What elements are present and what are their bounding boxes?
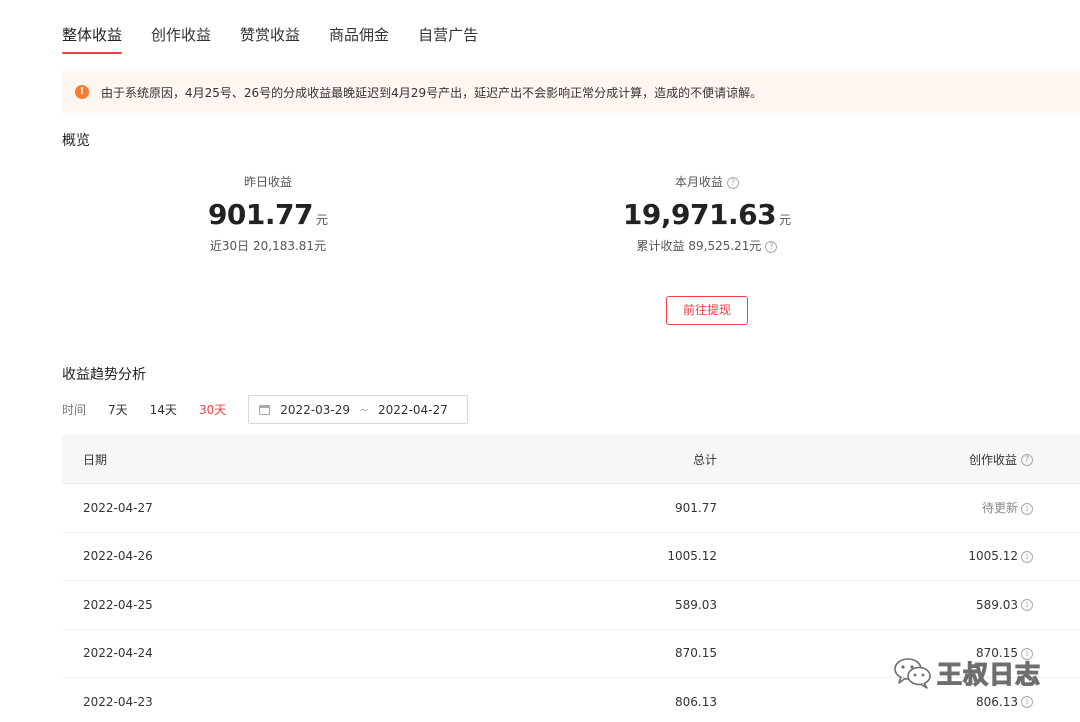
help-icon[interactable]: ? bbox=[1021, 454, 1033, 466]
info-icon[interactable]: i bbox=[1021, 550, 1033, 563]
top-tabs: 整体收益 创作收益 赞赏收益 商品佣金 自营广告 bbox=[62, 24, 507, 56]
row-creation-cell: 待更新 i bbox=[717, 499, 1033, 516]
notice-banner: ! 由于系统原因，4月25号、26号的分成收益最晚延迟到4月29号产出，延迟产出… bbox=[62, 71, 1080, 113]
yesterday-income-value: 901.77 元 bbox=[168, 198, 368, 231]
table-row: 2022-04-25 589.03 589.03 i bbox=[62, 581, 1080, 630]
calendar-icon bbox=[259, 404, 271, 415]
row-creation: 1005.12 bbox=[968, 549, 1018, 564]
help-icon[interactable]: ? bbox=[727, 176, 739, 189]
time-filter: 时间 7天 14天 30天 2022-03-29 ~ 2022-04-27 bbox=[62, 395, 469, 424]
row-date: 2022-04-24 bbox=[83, 646, 153, 661]
month-income-amount: 19,971.63 bbox=[622, 198, 777, 231]
info-icon[interactable]: i bbox=[1021, 502, 1033, 515]
tab-creation-income[interactable]: 创作收益 bbox=[151, 24, 211, 56]
column-header-total: 总计 bbox=[692, 452, 717, 467]
info-icon[interactable]: i bbox=[1021, 696, 1033, 709]
row-creation-cell: 1005.12 i bbox=[717, 549, 1033, 563]
help-icon[interactable]: ? bbox=[765, 240, 778, 253]
month-income-card: 本月收益? 19,971.63 元 累计收益 89,525.21元? bbox=[597, 173, 817, 254]
watermark-text: 王叔日志 bbox=[936, 659, 1042, 689]
range-14-days[interactable]: 14天 bbox=[150, 401, 177, 418]
tab-overall-income[interactable]: 整体收益 bbox=[62, 24, 123, 56]
row-date: 2022-04-27 bbox=[83, 500, 153, 515]
table-header: 日期 总计 创作收益? bbox=[62, 435, 1080, 484]
yesterday-income-amount: 901.77 bbox=[207, 198, 314, 231]
row-date: 2022-04-26 bbox=[83, 549, 153, 564]
yesterday-income-card: 昨日收益 901.77 元 近30日 20,183.81元 bbox=[168, 173, 368, 254]
column-header-creation: 创作收益? bbox=[717, 451, 1033, 468]
cumulative-income: 累计收益 89,525.21元 bbox=[636, 239, 762, 253]
tab-commission[interactable]: 商品佣金 bbox=[329, 24, 389, 56]
month-income-unit: 元 bbox=[779, 213, 792, 227]
row-date: 2022-04-23 bbox=[83, 694, 153, 709]
table-row: 2022-04-27 901.77 待更新 i bbox=[62, 484, 1080, 533]
row-date: 2022-04-25 bbox=[83, 597, 153, 612]
row-total: 589.03 bbox=[675, 597, 717, 612]
month-income-label: 本月收益 bbox=[674, 175, 723, 189]
time-label: 时间 bbox=[62, 403, 87, 417]
tab-self-ads[interactable]: 自营广告 bbox=[418, 24, 478, 56]
row-total: 870.15 bbox=[675, 646, 717, 661]
date-end: 2022-04-27 bbox=[378, 402, 448, 417]
yesterday-income-label: 昨日收益 bbox=[243, 175, 292, 189]
tab-tip-income[interactable]: 赞赏收益 bbox=[240, 24, 300, 56]
date-separator: ~ bbox=[358, 402, 370, 417]
overview-title: 概览 bbox=[62, 133, 90, 149]
wechat-icon bbox=[894, 658, 931, 689]
info-icon[interactable]: i bbox=[1021, 599, 1033, 612]
withdraw-button[interactable]: 前往提现 bbox=[666, 296, 748, 325]
range-7-days[interactable]: 7天 bbox=[108, 401, 128, 418]
last-30-days-income: 近30日 20,183.81元 bbox=[209, 239, 327, 253]
row-creation-cell: 589.03 i bbox=[717, 598, 1033, 612]
row-creation: 待更新 bbox=[981, 501, 1018, 516]
range-30-days[interactable]: 30天 bbox=[199, 401, 226, 418]
row-total: 1005.12 bbox=[667, 549, 717, 564]
cumulative-income-wrap: 累计收益 89,525.21元? bbox=[597, 237, 817, 254]
notice-text: 由于系统原因，4月25号、26号的分成收益最晚延迟到4月29号产出，延迟产出不会… bbox=[101, 85, 763, 100]
date-start: 2022-03-29 bbox=[280, 402, 350, 417]
alert-icon: ! bbox=[75, 85, 89, 99]
row-creation-cell: 806.13 i bbox=[717, 695, 1033, 709]
row-creation: 806.13 bbox=[976, 694, 1018, 709]
row-total: 806.13 bbox=[675, 694, 717, 709]
watermark: 王叔日志 bbox=[893, 655, 1041, 691]
table-row: 2022-04-26 1005.12 1005.12 i bbox=[62, 533, 1080, 581]
row-creation: 589.03 bbox=[976, 597, 1018, 612]
date-range-picker[interactable]: 2022-03-29 ~ 2022-04-27 bbox=[248, 395, 469, 424]
yesterday-income-unit: 元 bbox=[316, 213, 329, 227]
month-income-value: 19,971.63 元 bbox=[597, 198, 817, 231]
month-income-label-wrap: 本月收益? bbox=[597, 173, 817, 190]
row-total: 901.77 bbox=[675, 500, 717, 515]
column-header-creation-label: 创作收益 bbox=[968, 452, 1017, 467]
trend-title: 收益趋势分析 bbox=[62, 367, 146, 383]
column-header-date: 日期 bbox=[83, 452, 108, 467]
